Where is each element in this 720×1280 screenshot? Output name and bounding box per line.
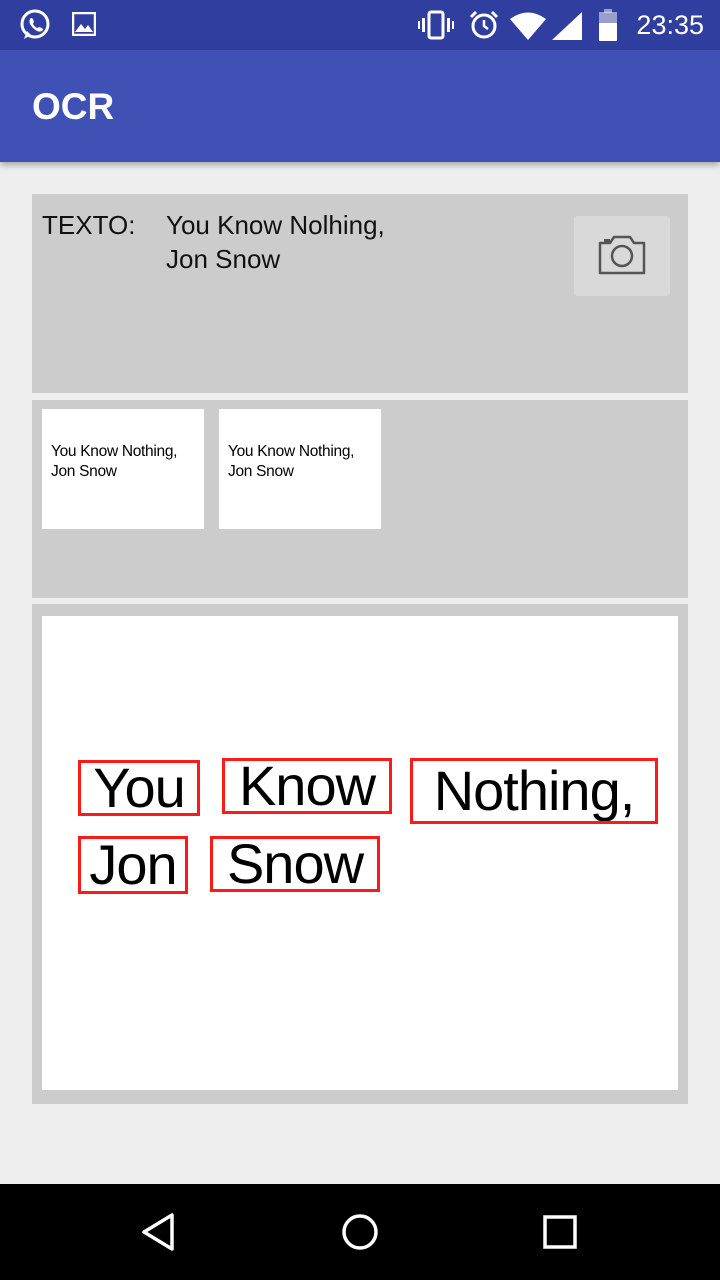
preview-panel: You Know Nothing, Jon Snow	[32, 604, 688, 1104]
result-panel: TEXTO: You Know Nolhing, Jon Snow	[32, 194, 688, 393]
battery-icon	[598, 9, 618, 46]
text-label: TEXTO:	[42, 210, 136, 240]
word-box: You	[78, 760, 200, 816]
thumbnail-line-1: You Know Nothing,	[51, 443, 178, 460]
thumbnail-panel: You Know Nothing, Jon Snow You Know Noth…	[32, 400, 688, 598]
status-bar: 23:35	[0, 0, 720, 50]
recents-button[interactable]	[500, 1184, 620, 1280]
camera-button[interactable]	[574, 216, 670, 296]
vibrate-icon	[418, 10, 454, 45]
status-time: 23:35	[636, 10, 704, 40]
recognized-text: You Know Nolhing, Jon Snow	[166, 208, 385, 276]
app-bar: OCR	[0, 50, 720, 162]
back-button[interactable]	[100, 1184, 220, 1280]
word-box: Know	[222, 758, 392, 814]
whatsapp-icon	[18, 8, 52, 47]
word-box: Jon	[78, 836, 188, 894]
recognized-text-line-1: You Know Nolhing,	[166, 210, 385, 240]
app-title: OCR	[32, 86, 115, 127]
thumbnail-original[interactable]: You Know Nothing, Jon Snow	[42, 409, 204, 529]
alarm-icon	[468, 9, 500, 46]
image-icon	[71, 11, 97, 41]
thumbnail-line-2: Jon Snow	[228, 463, 294, 480]
recognized-text-line-2: Jon Snow	[166, 244, 281, 274]
thumbnail-line-2: Jon Snow	[51, 463, 117, 480]
thumbnail-line-1: You Know Nothing,	[228, 443, 355, 460]
wifi-icon	[510, 12, 546, 45]
word-box: Snow	[210, 836, 380, 892]
thumbnail-processed[interactable]: You Know Nothing, Jon Snow	[219, 409, 381, 529]
signal-icon	[552, 12, 582, 45]
detection-preview: You Know Nothing, Jon Snow	[42, 616, 678, 1090]
word-box: Nothing,	[410, 758, 658, 824]
home-button[interactable]	[300, 1184, 420, 1280]
navigation-bar	[0, 1184, 720, 1280]
